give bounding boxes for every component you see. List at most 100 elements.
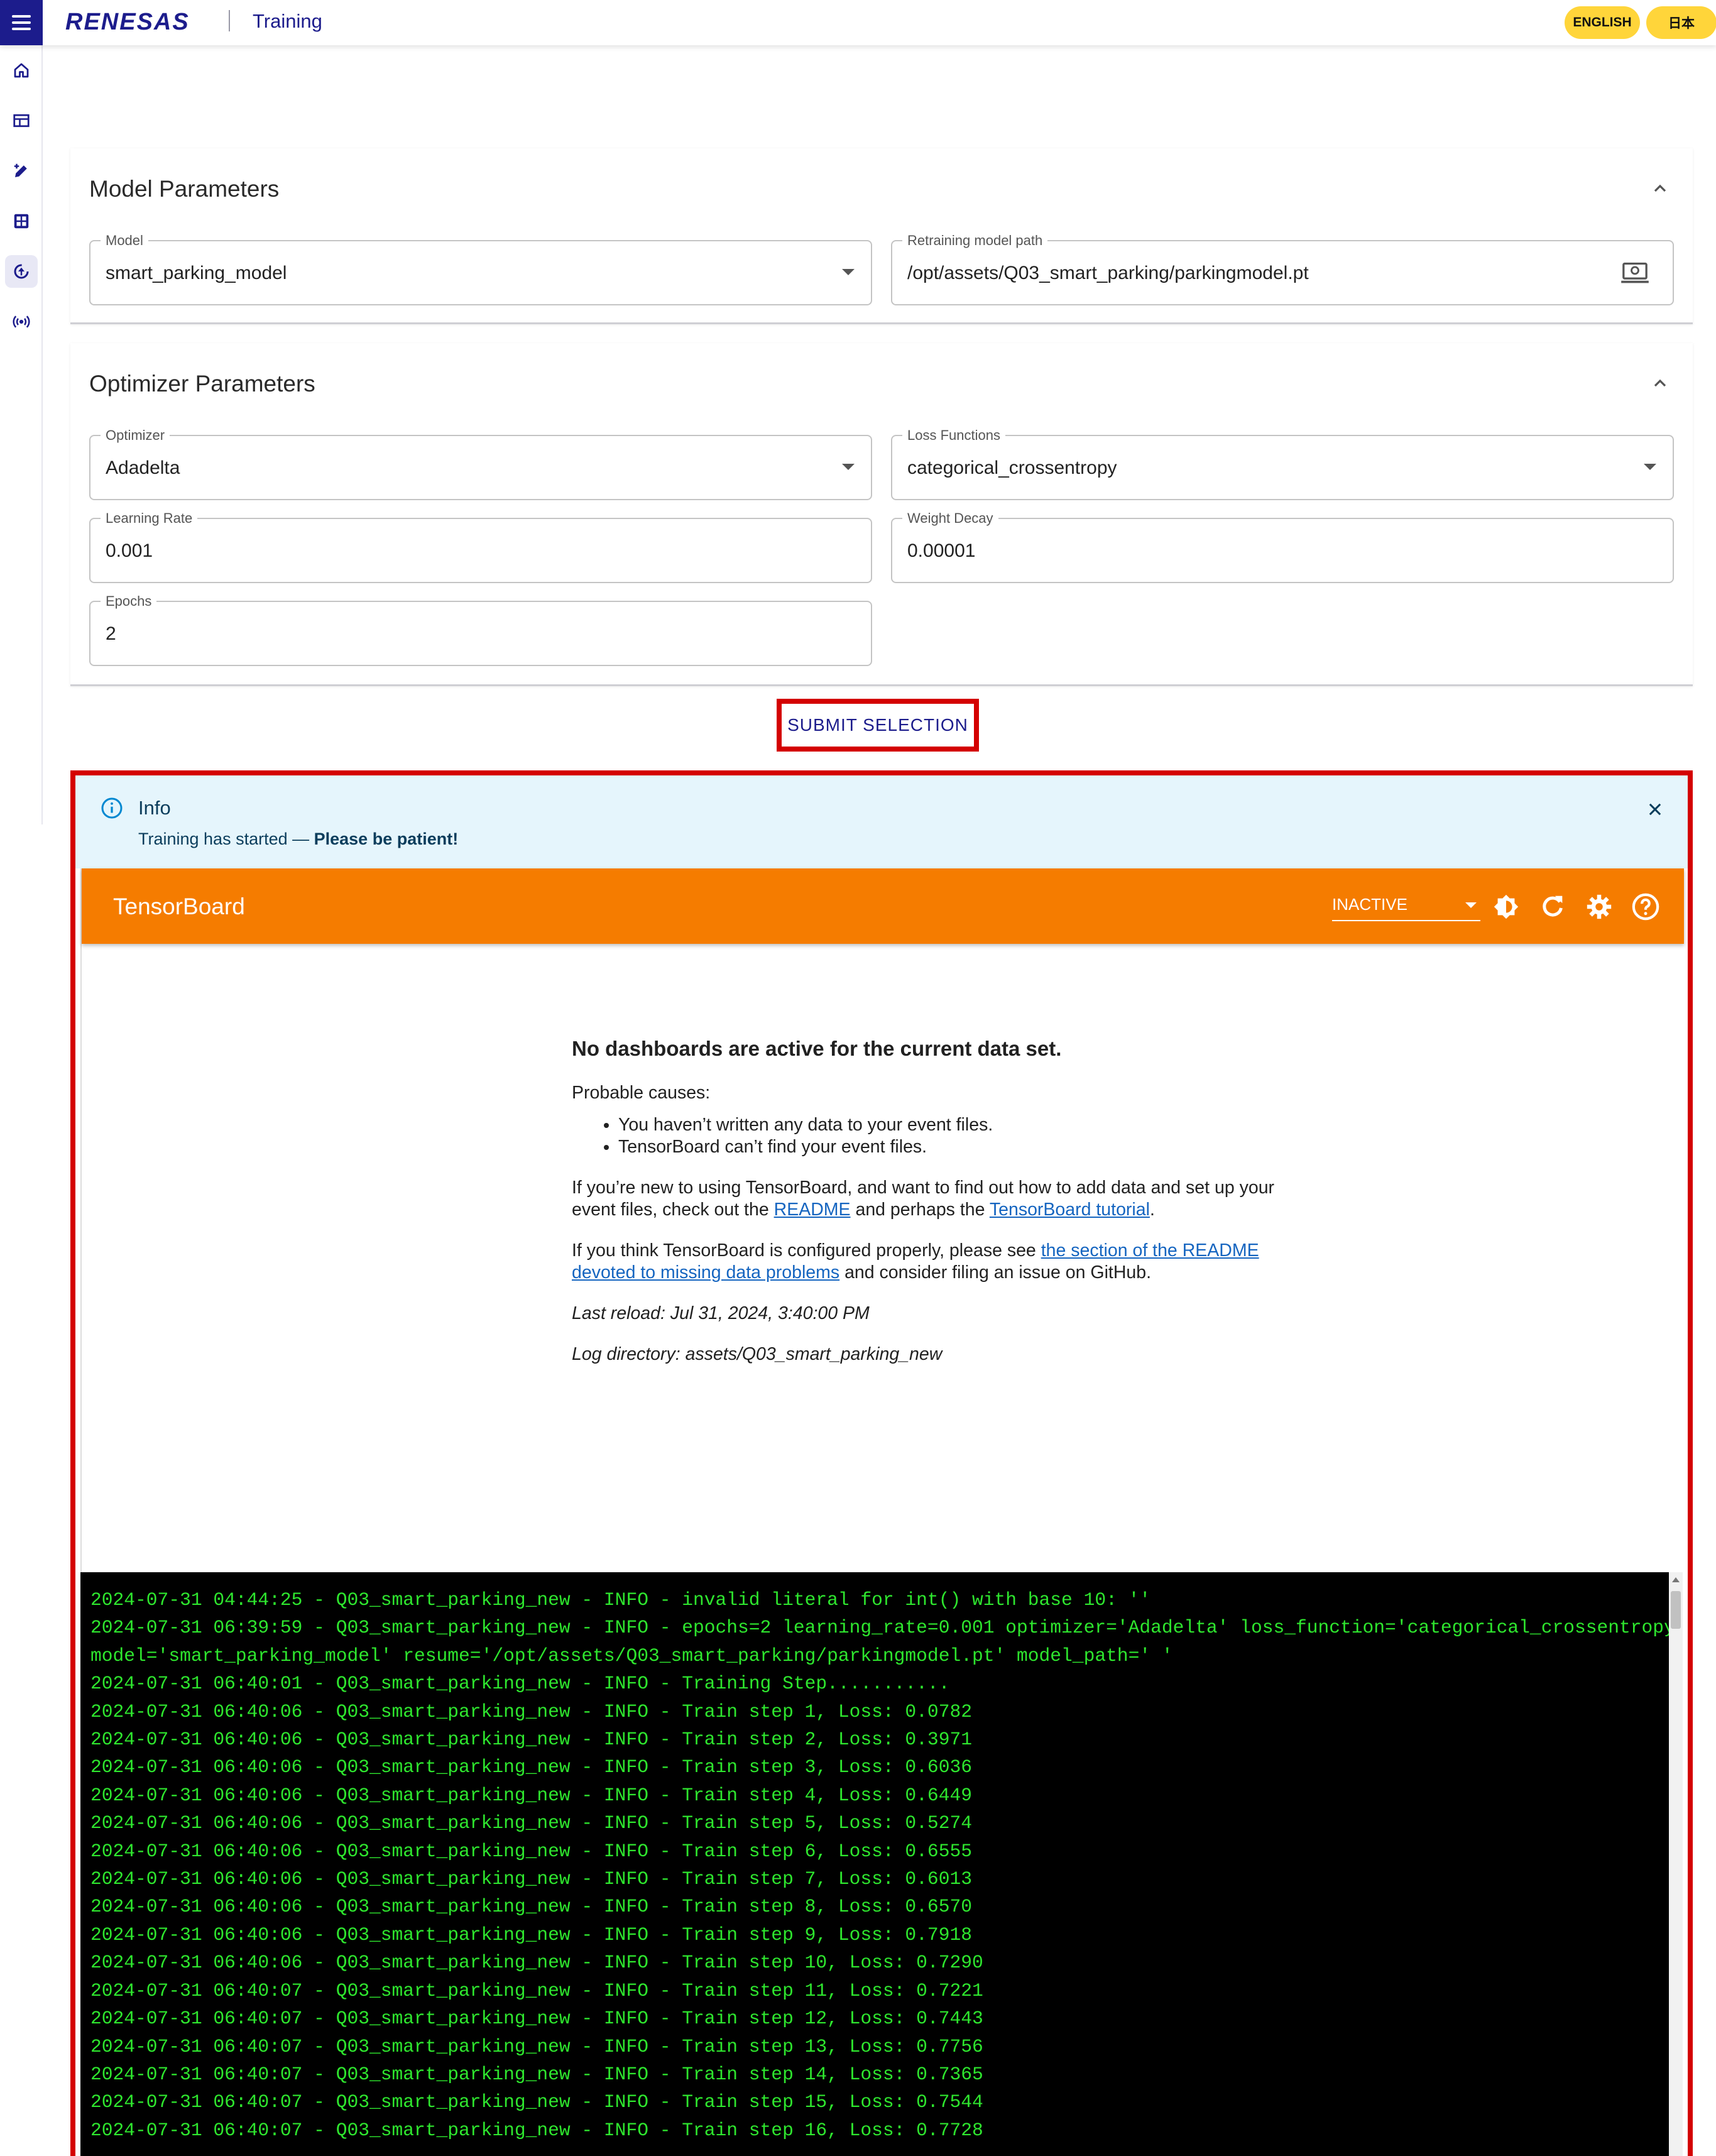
readme-link[interactable]: README xyxy=(774,1200,851,1220)
log-line: 2024-07-31 06:40:07 - Q03_smart_parking_… xyxy=(90,2063,983,2085)
log-line: 2024-07-31 06:40:06 - Q03_smart_parking_… xyxy=(90,1700,972,1722)
log-line: 2024-07-31 06:40:06 - Q03_smart_parking_… xyxy=(90,1896,972,1918)
nav-training[interactable] xyxy=(5,255,38,288)
log-line: 2024-07-31 06:40:06 - Q03_smart_parking_… xyxy=(90,1868,972,1890)
dropdown-arrow-icon xyxy=(1465,902,1477,908)
epochs-value: 2 xyxy=(106,623,116,644)
optimizer-parameters-title: Optimizer Parameters xyxy=(89,371,315,397)
side-nav-rail xyxy=(0,45,43,824)
list-item: You haven’t written any data to your eve… xyxy=(618,1114,1288,1136)
log-line: model='smart_parking_model' resume='/opt… xyxy=(90,1644,1173,1666)
model-parameters-panel: Model Parameters Model smart_parking_mod… xyxy=(70,148,1693,324)
menu-icon[interactable] xyxy=(0,0,43,45)
optimizer-select[interactable]: Optimizer Adadelta xyxy=(89,427,872,500)
info-message-emphasis: Please be patient! xyxy=(314,829,459,848)
header-divider xyxy=(229,10,230,31)
learning-rate-label: Learning Rate xyxy=(101,510,198,527)
model-select[interactable]: Model smart_parking_model xyxy=(89,233,872,305)
dropdown-arrow-icon xyxy=(1644,464,1656,470)
log-line: 2024-07-31 06:40:07 - Q03_smart_parking_… xyxy=(90,1979,983,2001)
chevron-up-icon[interactable] xyxy=(1650,178,1670,199)
log-directory-text: Log directory: assets/Q03_smart_parking_… xyxy=(572,1344,943,1364)
retraining-path-field[interactable]: Retraining model path /opt/assets/Q03_sm… xyxy=(891,233,1674,305)
log-line: 2024-07-31 06:40:07 - Q03_smart_parking_… xyxy=(90,2119,983,2141)
scroll-up-arrow-icon[interactable] xyxy=(1672,1577,1680,1582)
nav-table[interactable] xyxy=(5,104,38,137)
log-line: 2024-07-31 06:40:06 - Q03_smart_parking_… xyxy=(90,1840,972,1862)
dropdown-arrow-icon xyxy=(842,464,855,470)
retraining-path-value: /opt/assets/Q03_smart_parking/parkingmod… xyxy=(907,263,1309,283)
info-title: Info xyxy=(138,797,171,819)
optimizer-parameters-panel: Optimizer Parameters Optimizer Adadelta … xyxy=(70,343,1693,686)
loss-function-select[interactable]: Loss Functions categorical_crossentropy xyxy=(891,427,1674,500)
info-message-text: Training has started — xyxy=(138,829,314,848)
nav-annotate[interactable] xyxy=(5,155,38,187)
tensorboard-heading: No dashboards are active for the current… xyxy=(572,1037,1062,1060)
paragraph-text: . xyxy=(1149,1200,1155,1220)
nav-dashboard[interactable] xyxy=(5,205,38,238)
tensorboard-status: INACTIVE xyxy=(1332,895,1407,914)
home-icon xyxy=(14,63,29,78)
log-lines: 2024-07-31 04:44:25 - Q03_smart_parking_… xyxy=(90,1586,1683,2144)
top-app-bar: RENESAS Training ENGLISH 日本 xyxy=(0,0,1716,45)
scrollbar-thumb[interactable] xyxy=(1671,1591,1681,1629)
new-user-paragraph: If you’re new to using TensorBoard, and … xyxy=(572,1177,1288,1221)
loss-function-label: Loss Functions xyxy=(902,427,1005,444)
close-icon[interactable] xyxy=(1646,801,1664,818)
dropdown-arrow-icon xyxy=(842,269,855,275)
nav-home[interactable] xyxy=(5,54,38,87)
optimizer-label: Optimizer xyxy=(101,427,170,444)
log-line: 2024-07-31 04:44:25 - Q03_smart_parking_… xyxy=(90,1589,1151,1611)
log-line: 2024-07-31 06:39:59 - Q03_smart_parking_… xyxy=(90,1617,1683,1639)
paragraph-text: and consider filing an issue on GitHub. xyxy=(839,1262,1152,1283)
tensorboard-title: TensorBoard xyxy=(113,894,245,919)
optimizer-value: Adadelta xyxy=(106,457,180,478)
training-log-console[interactable]: 2024-07-31 04:44:25 - Q03_smart_parking_… xyxy=(80,1572,1683,2156)
training-icon xyxy=(14,264,29,279)
model-label: Model xyxy=(101,233,148,249)
table-icon xyxy=(13,114,30,128)
dark-mode-icon[interactable] xyxy=(1492,892,1521,921)
japanese-language-button[interactable]: 日本 xyxy=(1646,6,1716,39)
browse-folder-icon[interactable] xyxy=(1621,260,1649,285)
log-line: 2024-07-31 06:40:06 - Q03_smart_parking_… xyxy=(90,1784,972,1806)
log-line: 2024-07-31 06:40:01 - Q03_smart_parking_… xyxy=(90,1673,950,1695)
nav-deploy[interactable] xyxy=(5,305,38,338)
list-item: TensorBoard can’t find your event files. xyxy=(618,1136,1288,1158)
log-line: 2024-07-31 06:40:06 - Q03_smart_parking_… xyxy=(90,1729,972,1751)
log-scrollbar[interactable] xyxy=(1669,1572,1683,2156)
tensorboard-toolbar: TensorBoard INACTIVE xyxy=(82,868,1684,944)
model-value: smart_parking_model xyxy=(106,263,287,283)
probable-causes-intro: Probable causes: xyxy=(572,1083,711,1103)
english-language-button[interactable]: ENGLISH xyxy=(1565,6,1640,39)
info-icon xyxy=(101,797,123,819)
grid-icon xyxy=(14,214,29,229)
log-line: 2024-07-31 06:40:06 - Q03_smart_parking_… xyxy=(90,1952,983,1974)
log-line: 2024-07-31 06:40:06 - Q03_smart_parking_… xyxy=(90,1756,972,1778)
broadcast-icon xyxy=(13,315,30,328)
tensorboard-tutorial-link[interactable]: TensorBoard tutorial xyxy=(990,1200,1150,1220)
log-line: 2024-07-31 06:40:06 - Q03_smart_parking_… xyxy=(90,1812,972,1834)
loss-function-value: categorical_crossentropy xyxy=(907,457,1117,478)
chevron-up-icon[interactable] xyxy=(1650,373,1670,393)
tensorboard-empty-state: No dashboards are active for the current… xyxy=(572,1037,1288,1384)
weight-decay-input[interactable]: Weight Decay 0.00001 xyxy=(891,510,1674,583)
learning-rate-input[interactable]: Learning Rate 0.001 xyxy=(89,510,872,583)
edit-icon xyxy=(14,163,27,177)
paragraph-text: If you think TensorBoard is configured p… xyxy=(572,1240,1041,1261)
log-line: 2024-07-31 06:40:07 - Q03_smart_parking_… xyxy=(90,2035,983,2057)
weight-decay-value: 0.00001 xyxy=(907,540,976,561)
log-line: 2024-07-31 06:40:07 - Q03_smart_parking_… xyxy=(90,2008,983,2030)
epochs-input[interactable]: Epochs 2 xyxy=(89,593,872,666)
probable-causes-list: You haven’t written any data to your eve… xyxy=(618,1114,1288,1158)
page-title: Training xyxy=(253,10,322,32)
retraining-path-label: Retraining model path xyxy=(902,233,1048,249)
settings-gear-icon[interactable] xyxy=(1585,892,1614,921)
log-line: 2024-07-31 06:40:07 - Q03_smart_parking_… xyxy=(90,2091,983,2113)
reload-icon[interactable] xyxy=(1538,892,1567,921)
help-icon[interactable] xyxy=(1631,892,1660,921)
info-message: Training has started — Please be patient… xyxy=(138,829,458,849)
tensorboard-plugin-select[interactable]: INACTIVE xyxy=(1332,892,1480,921)
submit-selection-button[interactable]: SUBMIT SELECTION xyxy=(777,699,979,752)
last-reload-text: Last reload: Jul 31, 2024, 3:40:00 PM xyxy=(572,1303,870,1323)
